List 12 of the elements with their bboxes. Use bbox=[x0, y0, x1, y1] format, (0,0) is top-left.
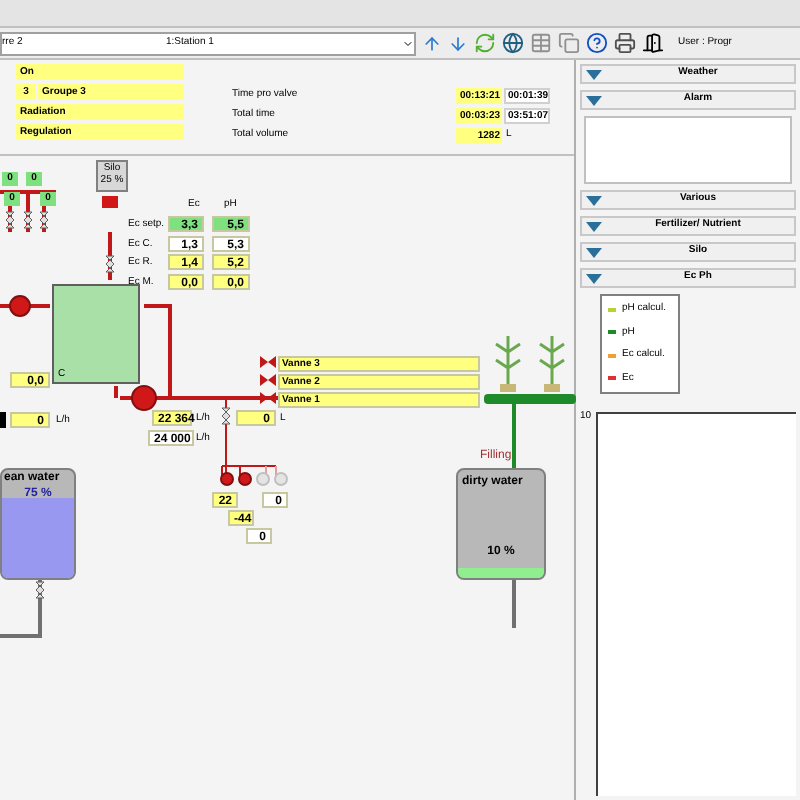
silo-outlet bbox=[102, 196, 118, 208]
printer-icon[interactable] bbox=[614, 32, 636, 54]
plants-drawing bbox=[484, 332, 576, 404]
indicator-block bbox=[0, 412, 6, 428]
arrow-up-icon[interactable] bbox=[422, 33, 442, 53]
help-icon[interactable] bbox=[586, 32, 608, 54]
table-icon[interactable] bbox=[530, 32, 552, 54]
caret-icon bbox=[402, 37, 414, 49]
arrow-down-icon[interactable] bbox=[448, 33, 468, 53]
globe-icon[interactable] bbox=[502, 32, 524, 54]
copy-icon[interactable] bbox=[558, 32, 580, 54]
exit-icon[interactable] bbox=[642, 32, 664, 54]
